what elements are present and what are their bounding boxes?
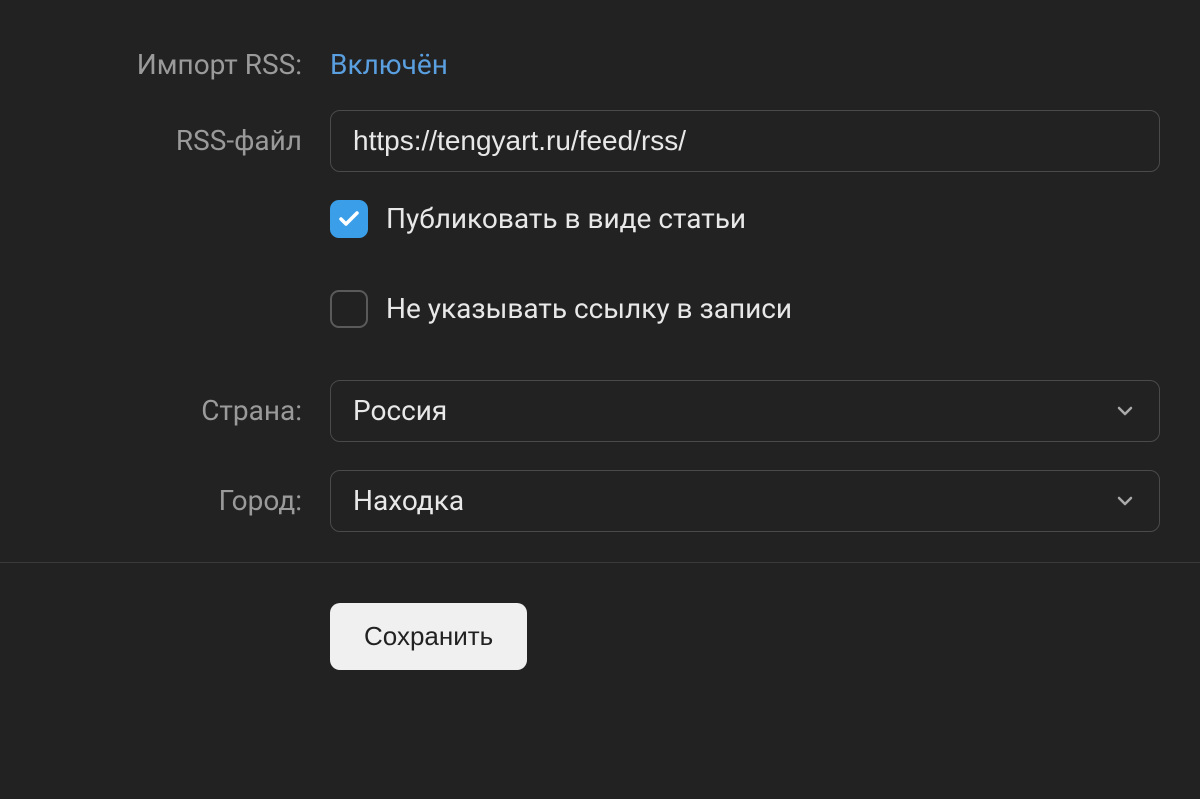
rss-import-label: Импорт RSS: bbox=[0, 48, 330, 82]
rss-file-row: RSS-файл bbox=[0, 110, 1200, 172]
no-link-option-row: Не указывать ссылку в записи bbox=[0, 290, 1200, 352]
no-link-label[interactable]: Не указывать ссылку в записи bbox=[386, 292, 792, 325]
rss-file-label: RSS-файл bbox=[0, 124, 330, 158]
rss-import-status[interactable]: Включён bbox=[330, 48, 448, 81]
city-value: Находка bbox=[353, 484, 464, 517]
city-label: Город: bbox=[0, 484, 330, 518]
rss-file-input[interactable] bbox=[330, 110, 1160, 172]
save-button[interactable]: Сохранить bbox=[330, 603, 527, 670]
publish-as-article-label[interactable]: Публиковать в виде статьи bbox=[386, 202, 746, 235]
country-select[interactable]: Россия bbox=[330, 380, 1160, 442]
country-value: Россия bbox=[353, 394, 447, 427]
publish-as-article-checkbox[interactable] bbox=[330, 200, 368, 238]
no-link-checkbox[interactable] bbox=[330, 290, 368, 328]
country-label: Страна: bbox=[0, 394, 330, 428]
settings-form: Импорт RSS: Включён RSS-файл Публиковать… bbox=[0, 0, 1200, 670]
chevron-down-icon bbox=[1113, 489, 1137, 513]
section-divider bbox=[0, 562, 1200, 563]
chevron-down-icon bbox=[1113, 399, 1137, 423]
rss-import-row: Импорт RSS: Включён bbox=[0, 48, 1200, 82]
city-row: Город: Находка bbox=[0, 470, 1200, 532]
check-icon bbox=[337, 207, 361, 231]
city-select[interactable]: Находка bbox=[330, 470, 1160, 532]
publish-option-row: Публиковать в виде статьи bbox=[0, 200, 1200, 262]
country-row: Страна: Россия bbox=[0, 380, 1200, 442]
actions-row: Сохранить bbox=[0, 603, 1200, 670]
